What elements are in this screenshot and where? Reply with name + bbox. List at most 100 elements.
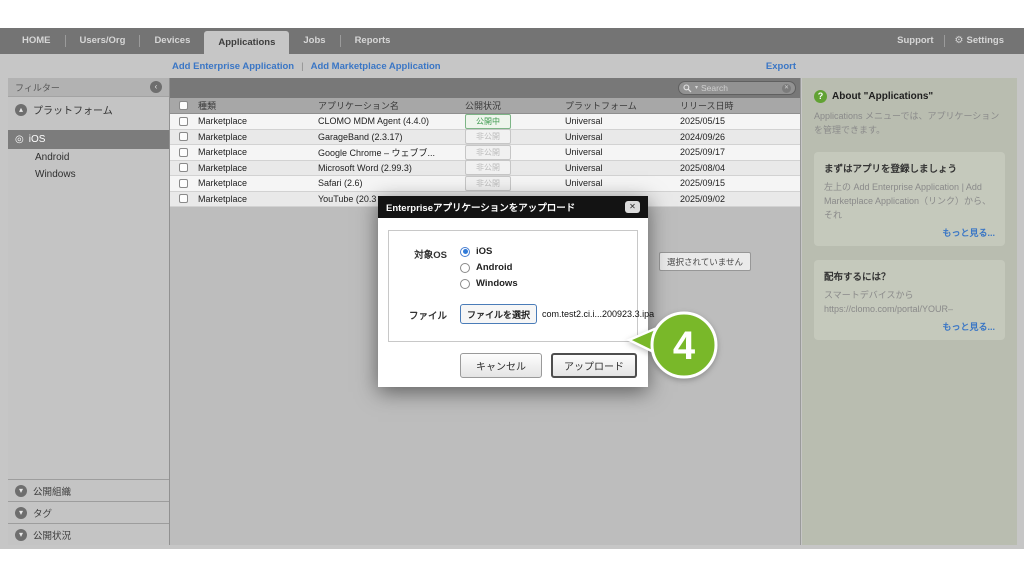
tab-applications[interactable]: Applications	[204, 31, 290, 54]
tab-devices[interactable]: Devices	[140, 28, 204, 54]
row-checkbox[interactable]	[179, 116, 188, 126]
tab-jobs[interactable]: Jobs	[289, 28, 339, 54]
search-placeholder: Search	[701, 83, 728, 93]
chevron-down-icon: ▾	[15, 484, 27, 497]
cell-date: 2025/09/15	[680, 178, 726, 189]
dialog-footer: キャンセル アップロード	[388, 353, 638, 378]
step-number: 4	[673, 324, 696, 368]
no-file-selected-tooltip: 選択されていません	[659, 252, 751, 271]
sidebar-section-publish-org[interactable]: ▾ 公開組織	[8, 479, 169, 501]
close-icon[interactable]: ✕	[625, 201, 640, 213]
sidebar-item-label: Windows	[35, 169, 76, 180]
page: HOME Users/Org Devices Applications Jobs…	[0, 0, 1024, 576]
settings-link[interactable]: ⚙ Settings	[945, 28, 1014, 54]
cell-platform: Universal	[565, 178, 603, 189]
cell-date: 2024/09/26	[680, 131, 726, 142]
sidebar-section-tags[interactable]: ▾ タグ	[8, 501, 169, 523]
collapse-sidebar-icon[interactable]: ‹	[150, 81, 162, 93]
column-header-type[interactable]: 種類	[198, 99, 318, 112]
choose-file-button[interactable]: ファイルを選択	[460, 304, 538, 324]
cell-type: Marketplace	[198, 178, 248, 189]
radio-label: iOS	[476, 246, 493, 257]
table-row[interactable]: Marketplace GarageBand (2.3.17) 非公開 Univ…	[170, 129, 800, 145]
cell-date: 2025/09/02	[680, 193, 726, 204]
status-badge: 公開中	[465, 113, 511, 129]
radio-unchecked-icon[interactable]	[460, 278, 470, 289]
column-header-date[interactable]: リリース日時	[680, 99, 800, 112]
sidebar-section-platform[interactable]: ▴ プラットフォーム	[8, 97, 169, 122]
filter-header[interactable]: フィルター ‹	[8, 78, 169, 97]
cancel-button[interactable]: キャンセル	[460, 353, 542, 378]
search-clear-icon[interactable]: ✕	[782, 83, 791, 93]
see-more-link[interactable]: もっと見る...	[824, 320, 995, 333]
help-card-body: 左上の Add Enterprise Application | Add Mar…	[824, 181, 992, 220]
radio-checked-icon[interactable]	[460, 246, 470, 257]
row-checkbox[interactable]	[179, 132, 188, 142]
chevron-down-icon: ▾	[15, 528, 27, 541]
help-card-title: 配布するには？	[824, 271, 891, 283]
export-link[interactable]: Export	[766, 61, 796, 72]
add-marketplace-application-link[interactable]: Add Marketplace Application	[311, 61, 441, 72]
upload-dialog: Enterpriseアプリケーションをアップロード ✕ 対象OS iOS And…	[378, 196, 654, 387]
cell-platform: Universal	[565, 131, 603, 142]
search-input[interactable]: ▾ Search ✕	[678, 81, 796, 95]
upload-button[interactable]: アップロード	[551, 353, 637, 378]
cell-name: Safari (2.6)	[318, 178, 363, 189]
tab-reports[interactable]: Reports	[341, 28, 405, 54]
file-row: ファイル ファイルを選択 com.test2.ci.i...200923.3.i…	[401, 304, 654, 324]
cell-type: Marketplace	[198, 162, 248, 173]
row-checkbox[interactable]	[179, 178, 188, 188]
cell-date: 2025/08/04	[680, 162, 726, 173]
cell-name: CLOMO MDM Agent (4.4.0)	[318, 116, 430, 127]
status-badge: 非公開	[465, 175, 511, 191]
list-toolbar: ▾ Search ✕	[170, 78, 800, 98]
table-row[interactable]: Marketplace Microsoft Word (2.99.3) 非公開 …	[170, 160, 800, 176]
cell-name: Microsoft Word (2.99.3)	[318, 162, 412, 173]
table-row[interactable]: Marketplace Google Chrome – ウェブブ... 非公開 …	[170, 144, 800, 161]
sidebar-item-ios[interactable]: ◎ iOS	[8, 130, 169, 149]
support-link[interactable]: Support	[887, 28, 943, 54]
sidebar-item-label: iOS	[28, 134, 46, 145]
os-radio-group: iOS Android Windows	[460, 246, 518, 289]
row-checkbox[interactable]	[179, 147, 188, 157]
sidebar-section-publish-status[interactable]: ▾ 公開状況	[8, 523, 169, 545]
search-icon	[683, 83, 692, 92]
help-card-register: まずはアプリを登録しましょう 左上の Add Enterprise Applic…	[814, 151, 1005, 246]
help-card-title: まずはアプリを登録しましょう	[824, 163, 958, 175]
cell-type: Marketplace	[198, 131, 248, 142]
row-checkbox[interactable]	[179, 163, 188, 173]
link-divider: |	[301, 60, 304, 72]
help-intro-text: Applications メニューでは、アプリケーションを管理できます。	[814, 111, 1000, 135]
tab-users-org[interactable]: Users/Org	[66, 28, 140, 54]
cell-type: Marketplace	[198, 147, 248, 158]
dialog-title: Enterpriseアプリケーションをアップロード	[386, 203, 576, 214]
tab-home[interactable]: HOME	[8, 28, 65, 54]
select-all-checkbox[interactable]	[179, 101, 188, 110]
sidebar-item-windows[interactable]: Windows	[8, 166, 169, 183]
radio-unchecked-icon[interactable]	[460, 262, 470, 273]
cell-type: Marketplace	[198, 116, 248, 127]
selected-radio-icon: ◎	[15, 133, 24, 145]
column-header-status[interactable]: 公開状況	[465, 99, 565, 112]
column-header-name[interactable]: アプリケーション名	[318, 99, 465, 112]
status-badge: 非公開	[465, 144, 511, 160]
column-header-platform[interactable]: プラットフォーム	[565, 99, 680, 112]
help-title-text: About "Applications"	[832, 91, 934, 102]
cell-name: Google Chrome – ウェブブ...	[318, 147, 436, 158]
cell-type: Marketplace	[198, 193, 248, 204]
row-checkbox[interactable]	[179, 194, 188, 204]
radio-option-android[interactable]: Android	[460, 262, 518, 273]
nav-right: Support ⚙ Settings	[887, 28, 1024, 54]
table-row[interactable]: Marketplace Safari (2.6) 非公開 Universal 2…	[170, 175, 800, 192]
sidebar-item-android[interactable]: Android	[8, 149, 169, 166]
see-more-link[interactable]: もっと見る...	[824, 226, 995, 239]
radio-option-ios[interactable]: iOS	[460, 246, 518, 257]
help-card-distribute: 配布するには？ スマートデバイスから https://clomo.com/por…	[814, 259, 1005, 340]
table-header: 種類 アプリケーション名 公開状況 プラットフォーム リリース日時	[170, 98, 800, 114]
radio-option-windows[interactable]: Windows	[460, 278, 518, 289]
add-enterprise-application-link[interactable]: Add Enterprise Application	[172, 61, 294, 72]
add-application-links: Add Enterprise Application | Add Marketp…	[172, 61, 441, 72]
table-row[interactable]: Marketplace CLOMO MDM Agent (4.4.0) 公開中 …	[170, 113, 800, 130]
